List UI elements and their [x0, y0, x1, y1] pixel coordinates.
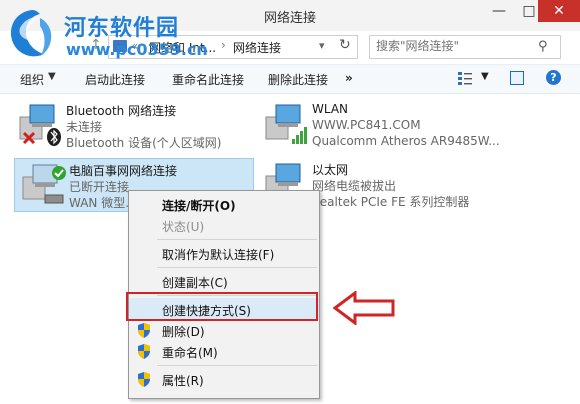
uac-shield-icon [138, 323, 150, 338]
menu-separator [157, 267, 317, 268]
network-computer-bluetooth-disconnected-icon [19, 104, 61, 146]
connection-status: WWW.PC841.COM [312, 118, 421, 132]
close-button[interactable]: ✕ [538, 0, 580, 22]
search-icon[interactable]: ⚲ [538, 39, 548, 54]
delete-connection-button[interactable]: 删除此连接 [268, 71, 328, 88]
menu-item-label: 重命名(M) [162, 346, 218, 360]
refresh-icon[interactable]: ↻ [339, 37, 351, 53]
annotation-highlight-box [126, 292, 318, 321]
uac-shield-icon [138, 372, 150, 387]
more-commands-button[interactable]: » [345, 71, 353, 85]
menu-item-label: 状态(U) [162, 220, 205, 234]
site-logo-icon [10, 10, 52, 57]
connection-status: 网络电缆被拔出 [312, 179, 397, 193]
menu-separator [157, 365, 317, 366]
menu-separator [157, 239, 317, 240]
connection-name: WLAN [312, 102, 349, 116]
help-icon[interactable]: ? [546, 70, 561, 85]
menu-item-label: 删除(D) [162, 325, 205, 339]
menu-item-label: 连接/断开(O) [162, 199, 236, 213]
view-caret-icon[interactable]: ▼ [481, 71, 489, 82]
start-connection-button[interactable]: 启动此连接 [85, 71, 145, 88]
connection-bluetooth[interactable]: Bluetooth 网络连接 未连接 Bluetooth 设备(个人区域网) [12, 99, 252, 153]
menu-item-label: 取消作为默认连接(F) [162, 248, 275, 262]
menu-item-status[interactable]: 状态(U) [129, 214, 319, 236]
site-name: 河东软件园 [64, 16, 180, 41]
menu-item-cancel-default[interactable]: 取消作为默认连接(F) [129, 242, 319, 264]
menu-item-label: 属性(R) [162, 374, 204, 388]
network-computer-wlan-signal-icon [265, 104, 307, 144]
menu-item-connect-disconnect[interactable]: 连接/断开(O) [129, 193, 319, 215]
menu-item-properties[interactable]: 属性(R) [129, 368, 319, 390]
menu-item-rename[interactable]: 重命名(M) [129, 340, 319, 362]
connection-status: 未连接 [66, 120, 103, 134]
menu-item-label: 创建副本(C) [162, 276, 228, 290]
organize-button[interactable]: 组织 [20, 71, 44, 88]
connection-name: 以太网 [312, 163, 349, 177]
connection-status: 已断开连接 [69, 180, 130, 194]
connection-name: 电脑百事网网络连接 [69, 164, 178, 178]
view-options-icon[interactable] [458, 71, 472, 85]
menu-item-create-copy[interactable]: 创建副本(C) [129, 270, 319, 292]
menu-item-delete[interactable]: 删除(D) [129, 319, 319, 341]
annotation-arrow-icon [333, 291, 395, 325]
connection-device: Realtek PCIe FE 系列控制器 [312, 195, 470, 209]
connection-device: Bluetooth 设备(个人区域网) [66, 136, 222, 150]
connection-device: Qualcomm Atheros AR9485W... [312, 134, 500, 148]
search-box[interactable]: ⚲ [369, 35, 561, 59]
address-dropdown-icon[interactable]: ▾ [319, 39, 325, 52]
minimize-button[interactable]: — [484, 0, 514, 22]
command-toolbar: 组织 ▼ 启动此连接 重命名此连接 删除此连接 » ▼ ? [0, 64, 580, 94]
connection-wlan[interactable]: WLAN WWW.PC841.COM Qualcomm Atheros AR94… [258, 99, 500, 153]
uac-shield-icon [138, 344, 150, 359]
rename-connection-button[interactable]: 重命名此连接 [172, 71, 244, 88]
preview-pane-icon[interactable] [510, 71, 524, 85]
connection-name: Bluetooth 网络连接 [66, 104, 177, 118]
search-input[interactable] [376, 39, 526, 53]
network-computer-wan-icon [22, 164, 66, 204]
site-url: www.pc0359.cn [66, 40, 208, 59]
site-watermark: 河东软件园 www.pc0359.cn [6, 8, 226, 64]
organize-caret-icon[interactable]: ▼ [48, 71, 56, 82]
connection-device: WAN 微型... [69, 196, 137, 210]
breadcrumb-network-connections[interactable]: 网络连接 [233, 39, 281, 56]
